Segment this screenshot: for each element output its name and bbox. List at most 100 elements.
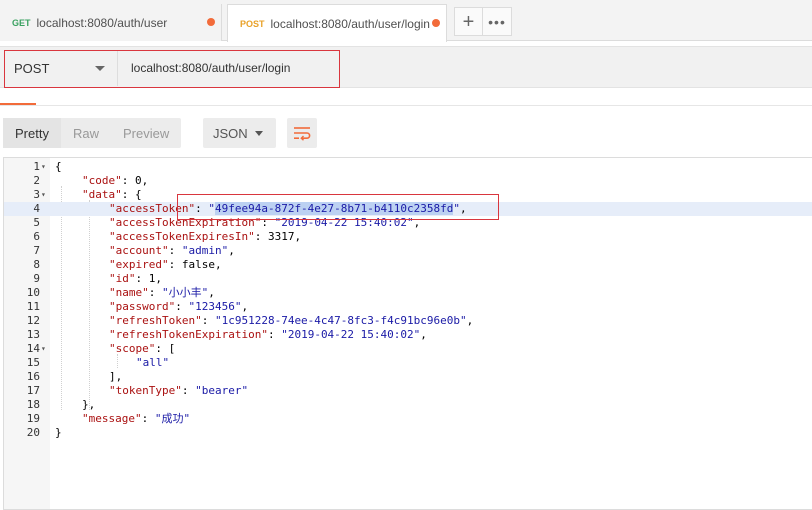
json-punctuation: : xyxy=(175,300,189,313)
json-value: "1c951228-74ee-4c47-8fc3-f4c91bc96e0b" xyxy=(214,314,467,327)
code-line: 11 "password": "123456", xyxy=(4,300,812,314)
line-number: 9 xyxy=(33,272,40,285)
more-tabs-button[interactable]: ••• xyxy=(483,7,512,36)
json-value: [ xyxy=(168,342,176,355)
code-line: 10 "name": "小小丰", xyxy=(4,286,812,300)
json-key: "account" xyxy=(109,244,169,257)
request-tab-post-login[interactable]: POST localhost:8080/auth/user/login xyxy=(227,4,447,42)
json-punctuation: , xyxy=(141,174,149,187)
json-punctuation: : xyxy=(148,286,162,299)
line-number: 3 xyxy=(33,188,40,201)
code-text: "accessTokenExpiration": "2019-04-22 15:… xyxy=(109,216,420,230)
code-text: ], xyxy=(109,370,122,384)
json-punctuation: : xyxy=(121,188,135,201)
code-line: 17 "tokenType": "bearer" xyxy=(4,384,812,398)
line-number: 1 xyxy=(33,160,40,173)
line-number: 18 xyxy=(26,398,40,411)
json-value: 3317 xyxy=(267,230,295,243)
json-key: "name" xyxy=(109,286,149,299)
json-punctuation: } xyxy=(55,426,62,439)
json-punctuation: : xyxy=(195,202,209,215)
code-text: "scope": [ xyxy=(109,342,175,356)
request-tab-get-user[interactable]: GET localhost:8080/auth/user xyxy=(0,4,222,41)
wrap-lines-button[interactable] xyxy=(287,118,317,148)
request-tab-bar: GET localhost:8080/auth/user POST localh… xyxy=(0,0,812,42)
code-text: "refreshToken": "1c951228-74ee-4c47-8fc3… xyxy=(109,314,473,328)
response-body-editor[interactable]: 1 ▾{2 "code": 0, 3 ▾ "data": {4 "accessToken":… xyxy=(3,157,812,510)
code-text: "accessTokenExpiresIn": 3317, xyxy=(109,230,301,244)
json-value: "小小丰" xyxy=(162,286,209,299)
line-number: 7 xyxy=(33,244,40,257)
json-punctuation: ], xyxy=(109,370,123,383)
code-line: 15 "all" xyxy=(4,356,812,370)
json-punctuation: { xyxy=(55,160,62,173)
json-punctuation: : xyxy=(141,412,155,425)
json-key: "message" xyxy=(82,412,142,425)
preview-view-button[interactable]: Preview xyxy=(111,118,181,148)
code-text: "refreshTokenExpiration": "2019-04-22 15… xyxy=(109,328,427,342)
plus-icon: + xyxy=(462,10,475,33)
new-tab-button[interactable]: + xyxy=(454,7,483,36)
json-punctuation: , xyxy=(460,202,467,215)
code-line: 5 "accessTokenExpiration": "2019-04-22 15… xyxy=(4,216,812,230)
code-text: }, xyxy=(82,398,95,412)
code-text: "name": "小小丰", xyxy=(109,286,215,300)
request-url-input[interactable] xyxy=(119,50,809,86)
response-view-mode-group: Pretty Raw Preview xyxy=(3,118,182,148)
json-key: "data" xyxy=(82,188,122,201)
json-value: "2019-04-22 15:40:02" xyxy=(281,328,421,341)
line-number: 20 xyxy=(26,426,40,439)
json-value: "admin" xyxy=(181,244,229,257)
fold-toggle-icon[interactable]: ▾ xyxy=(41,188,46,202)
selected-access-token-value: 49fee94a-872f-4e27-8b71-b4110c2358fd xyxy=(214,202,454,215)
code-text: "message": "成功" xyxy=(82,412,190,426)
line-number: 13 xyxy=(26,328,40,341)
chevron-down-icon xyxy=(255,131,263,136)
json-punctuation: , xyxy=(466,314,474,327)
json-value: "123456" xyxy=(188,300,242,313)
code-text: "accessToken": "49fee94a-872f-4e27-8b71-… xyxy=(109,202,467,216)
json-punctuation: : xyxy=(201,314,215,327)
json-punctuation: : xyxy=(155,342,169,355)
code-text: "data": { xyxy=(82,188,142,202)
json-key: "id" xyxy=(109,272,136,285)
pretty-view-button[interactable]: Pretty xyxy=(3,118,61,148)
fold-toggle-icon[interactable]: ▾ xyxy=(41,160,46,174)
fold-toggle-icon[interactable]: ▾ xyxy=(41,342,46,356)
code-text: "password": "123456", xyxy=(109,300,248,314)
json-punctuation: }, xyxy=(82,398,96,411)
json-value: "成功" xyxy=(154,412,191,425)
json-key: "accessToken" xyxy=(109,202,196,215)
json-punctuation: : xyxy=(181,384,196,397)
raw-view-button[interactable]: Raw xyxy=(61,118,111,148)
code-text: "account": "admin", xyxy=(109,244,235,258)
unsaved-changes-dot-icon xyxy=(207,18,215,26)
code-line: 8 "expired": false, xyxy=(4,258,812,272)
http-method-dropdown[interactable]: POST xyxy=(4,50,118,86)
code-line: 3 ▾ "data": { xyxy=(4,188,812,202)
json-value: "bearer" xyxy=(195,384,249,397)
response-format-dropdown[interactable]: JSON xyxy=(203,118,276,148)
chevron-down-icon xyxy=(95,66,105,71)
line-number: 4 xyxy=(33,202,40,215)
code-text: { xyxy=(55,160,62,174)
line-number: 19 xyxy=(26,412,40,425)
line-number: 14 xyxy=(26,342,40,355)
json-punctuation: : xyxy=(267,328,282,341)
line-number: 5 xyxy=(33,216,40,229)
code-line: 7 "account": "admin", xyxy=(4,244,812,258)
code-text: "tokenType": "bearer" xyxy=(109,384,248,398)
line-number: 16 xyxy=(26,370,40,383)
json-punctuation: : xyxy=(168,258,182,271)
code-line: 12 "refreshToken": "1c951228-74ee-4c47-8f… xyxy=(4,314,812,328)
json-value: "2019-04-22 15:40:02" xyxy=(274,216,414,229)
line-number: 10 xyxy=(26,286,40,299)
json-punctuation: , xyxy=(228,244,235,257)
code-line: 20} xyxy=(4,426,812,440)
json-punctuation: , xyxy=(208,286,215,299)
json-punctuation: , xyxy=(294,230,302,243)
line-number: 15 xyxy=(26,356,40,369)
json-key: "scope" xyxy=(109,342,156,355)
tab-method-label: POST xyxy=(240,18,265,29)
line-number: 12 xyxy=(26,314,40,327)
